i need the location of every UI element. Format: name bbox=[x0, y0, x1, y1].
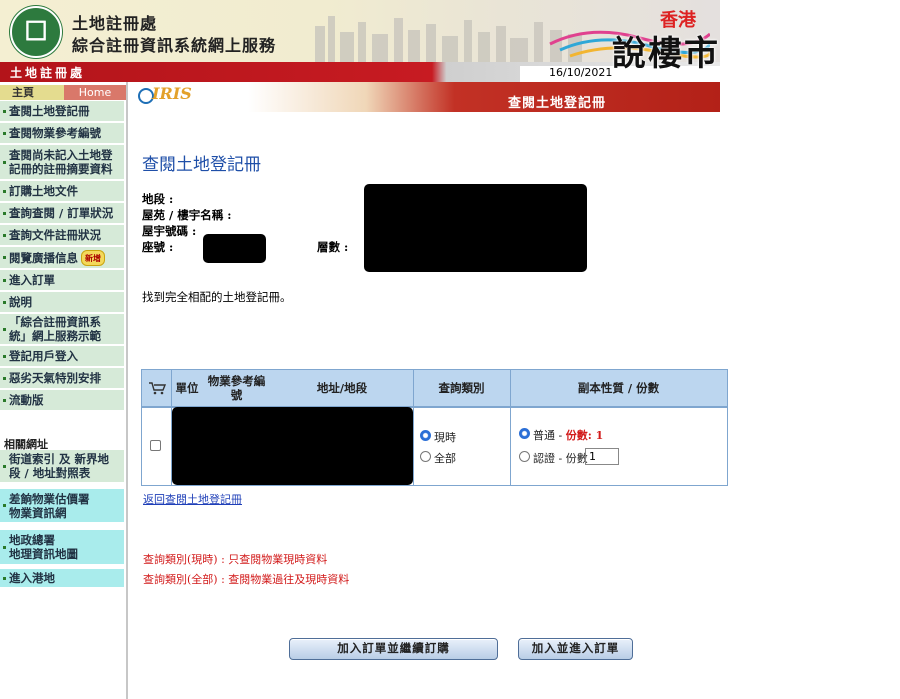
col-divider bbox=[510, 370, 511, 485]
sidebar-item-pending-memorials[interactable]: 查閱尚未記入土地登 記冊的註冊摘要資料 bbox=[0, 145, 124, 180]
bullet-icon bbox=[3, 327, 6, 331]
redacted-address-block bbox=[364, 184, 587, 272]
land-registry-logo: ☐ bbox=[10, 6, 62, 58]
col-unit: 單位 bbox=[172, 370, 202, 406]
bullet-icon bbox=[3, 256, 6, 259]
col-divider bbox=[413, 370, 414, 485]
field-label-lot: 地段 : bbox=[142, 192, 174, 206]
bullet-icon bbox=[3, 376, 6, 380]
note-current: 查詢類別(現時) : 只查閱物業現時資料 bbox=[143, 553, 328, 566]
org-name-line2: 綜合註冊資訊系統網上服務 bbox=[72, 36, 277, 55]
add-and-enter-order-button[interactable]: 加入並進入訂單 bbox=[518, 638, 633, 660]
watermark-logo: 說樓市 bbox=[612, 34, 720, 74]
bullet-icon bbox=[3, 131, 6, 135]
bullet-icon bbox=[3, 545, 6, 549]
bullet-icon bbox=[3, 211, 6, 215]
bullet-icon bbox=[3, 300, 6, 304]
field-label-floor: 層數 : bbox=[317, 240, 349, 254]
nav-home-english[interactable]: Home bbox=[64, 85, 126, 100]
sidebar-item-demo[interactable]: 「綜合註冊資訊系 統」網上服務示範 bbox=[0, 314, 124, 345]
copy-normal-label: 普通 - 份數: 1 bbox=[533, 429, 604, 442]
banner-title: 查閱土地登記冊 bbox=[508, 96, 607, 111]
related-link-street-index[interactable]: 街道索引 及 新界地 段 / 地址對照表 bbox=[0, 450, 124, 483]
radio-search-all[interactable] bbox=[420, 451, 431, 462]
radio-copy-normal[interactable] bbox=[519, 428, 530, 439]
row-select-checkbox[interactable] bbox=[150, 440, 161, 451]
radio-search-current[interactable] bbox=[420, 430, 431, 441]
sidebar-item-property-ref[interactable]: 查閱物業參考編號 bbox=[0, 123, 124, 144]
related-link-rvd[interactable]: 差餉物業估價署 物業資訊網 bbox=[0, 489, 124, 523]
title-bar-label: 土地註冊處 bbox=[10, 66, 86, 80]
bullet-icon bbox=[3, 233, 6, 237]
cart-icon bbox=[149, 382, 166, 395]
bullet-icon bbox=[3, 504, 6, 507]
cart-header bbox=[142, 370, 172, 406]
sidebar-item-order-documents[interactable]: 訂購土地文件 bbox=[0, 181, 124, 202]
col-prn: 物業參考編 號 bbox=[202, 370, 271, 406]
col-address: 地址/地段 bbox=[271, 370, 413, 406]
back-to-search-link[interactable]: 返回查閱土地登記冊 bbox=[143, 491, 242, 507]
certified-copies-input[interactable]: 1 bbox=[585, 448, 619, 465]
date-text: 16/10/2021 bbox=[549, 66, 613, 79]
sidebar-item-registration-status[interactable]: 查詢文件註冊狀況 bbox=[0, 225, 124, 246]
bullet-icon bbox=[3, 464, 6, 468]
related-link-lands-map[interactable]: 地政總署 地理資訊地圖 bbox=[0, 530, 124, 565]
iris-banner bbox=[130, 82, 720, 112]
bullet-icon bbox=[3, 398, 6, 402]
add-and-continue-button[interactable]: 加入訂單並繼續訂購 bbox=[289, 638, 498, 660]
result-message: 找到完全相配的土地登記冊。 bbox=[142, 290, 292, 304]
redacted-block-value bbox=[203, 234, 266, 263]
bullet-icon bbox=[3, 160, 6, 164]
copy-normal-qty: 份數: 1 bbox=[565, 429, 604, 442]
note-all: 查詢類別(全部) : 查閱物業過往及現時資料 bbox=[143, 573, 350, 586]
sidebar-item-search-land-register[interactable]: 查閱土地登記冊 bbox=[0, 101, 124, 122]
field-label-building-no: 屋宇號碼 : bbox=[142, 224, 197, 238]
sidebar-item-help[interactable]: 說明 bbox=[0, 292, 124, 313]
col-copy-nature: 副本性質 / 份數 bbox=[510, 370, 727, 406]
related-link-hk-land[interactable]: 進入港地 bbox=[0, 569, 124, 588]
radio-search-all-label: 全部 bbox=[434, 452, 456, 465]
sidebar-item-enter-order[interactable]: 進入訂單 bbox=[0, 270, 124, 291]
bullet-icon bbox=[3, 189, 6, 193]
bullet-icon bbox=[3, 354, 6, 358]
nav-home[interactable]: 主頁 bbox=[0, 85, 64, 100]
redacted-row-details bbox=[172, 407, 413, 485]
new-badge: 新增 bbox=[81, 249, 105, 266]
radio-search-current-label: 現時 bbox=[434, 431, 456, 444]
sidebar-item-mobile[interactable]: 流動版 bbox=[0, 390, 124, 411]
copy-certified-label: 認證 - 份數 bbox=[533, 452, 588, 465]
org-name-line1: 土地註冊處 bbox=[72, 14, 158, 33]
bullet-icon bbox=[3, 109, 6, 113]
sidebar-item-login[interactable]: 登記用戶登入 bbox=[0, 346, 124, 367]
field-label-block: 座號 : bbox=[142, 240, 174, 254]
sidebar-item-broadcast[interactable]: 閱覽廣播信息 新增 bbox=[0, 247, 124, 269]
page-title: 查閱土地登記冊 bbox=[142, 155, 261, 175]
bullet-icon bbox=[3, 576, 6, 580]
sidebar-item-order-status[interactable]: 查詢查閱 / 訂單狀況 bbox=[0, 203, 124, 224]
bullet-icon bbox=[3, 278, 6, 282]
col-search-type: 查詢類別 bbox=[413, 370, 510, 406]
radio-copy-certified[interactable] bbox=[519, 451, 530, 462]
iris-logo: IRIS bbox=[152, 84, 192, 103]
field-label-estate: 屋苑 / 樓宇名稱 : bbox=[142, 208, 232, 222]
sidebar-item-weather[interactable]: 惡劣天氣特別安排 bbox=[0, 368, 124, 389]
